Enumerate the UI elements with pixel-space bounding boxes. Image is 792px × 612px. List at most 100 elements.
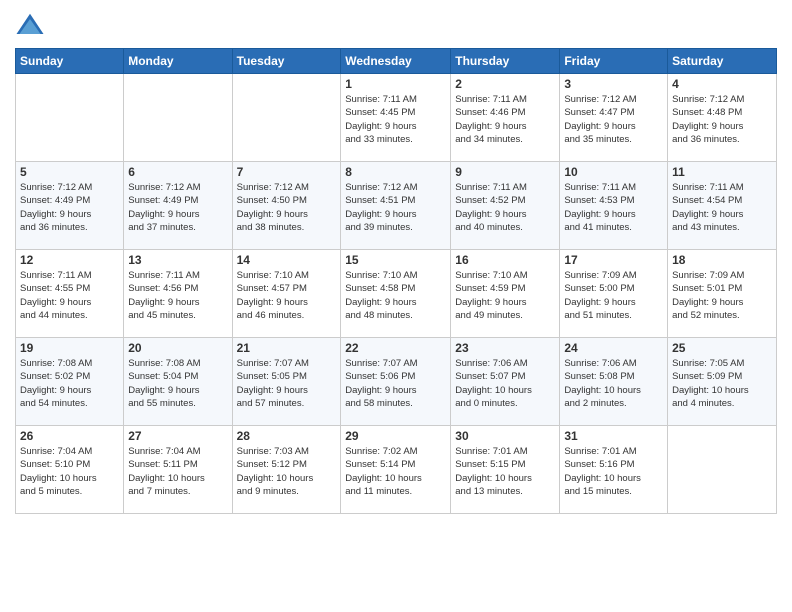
- day-number: 7: [237, 165, 337, 179]
- week-row-5: 26 Sunrise: 7:04 AM Sunset: 5:10 PM Dayli…: [16, 426, 777, 514]
- calendar-cell: 30 Sunrise: 7:01 AM Sunset: 5:15 PM Dayli…: [451, 426, 560, 514]
- day-info: Sunrise: 7:09 AM Sunset: 5:00 PM Dayligh…: [564, 269, 663, 322]
- calendar-cell: [668, 426, 777, 514]
- day-number: 22: [345, 341, 446, 355]
- day-info: Sunrise: 7:10 AM Sunset: 4:57 PM Dayligh…: [237, 269, 337, 322]
- day-info: Sunrise: 7:12 AM Sunset: 4:49 PM Dayligh…: [128, 181, 227, 234]
- calendar-cell: 19 Sunrise: 7:08 AM Sunset: 5:02 PM Dayli…: [16, 338, 124, 426]
- logo-icon: [15, 10, 45, 40]
- day-info: Sunrise: 7:12 AM Sunset: 4:51 PM Dayligh…: [345, 181, 446, 234]
- day-info: Sunrise: 7:10 AM Sunset: 4:59 PM Dayligh…: [455, 269, 555, 322]
- calendar-cell: 15 Sunrise: 7:10 AM Sunset: 4:58 PM Dayli…: [341, 250, 451, 338]
- day-info: Sunrise: 7:04 AM Sunset: 5:10 PM Dayligh…: [20, 445, 119, 498]
- calendar-cell: 28 Sunrise: 7:03 AM Sunset: 5:12 PM Dayli…: [232, 426, 341, 514]
- calendar-cell: 4 Sunrise: 7:12 AM Sunset: 4:48 PM Daylig…: [668, 74, 777, 162]
- calendar-cell: 25 Sunrise: 7:05 AM Sunset: 5:09 PM Dayli…: [668, 338, 777, 426]
- calendar-cell: 29Sunrise: 7:02 AM Sunset: 5:14 PM Dayli…: [341, 426, 451, 514]
- day-number: 4: [672, 77, 772, 91]
- calendar-cell: 22 Sunrise: 7:07 AM Sunset: 5:06 PM Dayli…: [341, 338, 451, 426]
- calendar-cell: 9 Sunrise: 7:11 AM Sunset: 4:52 PM Daylig…: [451, 162, 560, 250]
- day-number: 18: [672, 253, 772, 267]
- calendar-cell: 27 Sunrise: 7:04 AM Sunset: 5:11 PM Dayli…: [124, 426, 232, 514]
- day-number: 15: [345, 253, 446, 267]
- day-number: 31: [564, 429, 663, 443]
- weekday-header-friday: Friday: [560, 49, 668, 74]
- weekday-header-row: SundayMondayTuesdayWednesdayThursdayFrid…: [16, 49, 777, 74]
- weekday-header-thursday: Thursday: [451, 49, 560, 74]
- day-number: 10: [564, 165, 663, 179]
- calendar: SundayMondayTuesdayWednesdayThursdayFrid…: [15, 48, 777, 514]
- calendar-cell: 16Sunrise: 7:10 AM Sunset: 4:59 PM Dayli…: [451, 250, 560, 338]
- day-info: Sunrise: 7:09 AM Sunset: 5:01 PM Dayligh…: [672, 269, 772, 322]
- calendar-cell: [232, 74, 341, 162]
- calendar-cell: 20 Sunrise: 7:08 AM Sunset: 5:04 PM Dayli…: [124, 338, 232, 426]
- calendar-cell: 13 Sunrise: 7:11 AM Sunset: 4:56 PM Dayli…: [124, 250, 232, 338]
- day-number: 17: [564, 253, 663, 267]
- day-number: 12: [20, 253, 119, 267]
- calendar-cell: 11Sunrise: 7:11 AM Sunset: 4:54 PM Dayli…: [668, 162, 777, 250]
- day-number: 21: [237, 341, 337, 355]
- calendar-cell: 12 Sunrise: 7:11 AM Sunset: 4:55 PM Dayli…: [16, 250, 124, 338]
- page: SundayMondayTuesdayWednesdayThursdayFrid…: [0, 0, 792, 612]
- logo: [15, 10, 49, 40]
- day-number: 25: [672, 341, 772, 355]
- calendar-cell: 2 Sunrise: 7:11 AM Sunset: 4:46 PM Daylig…: [451, 74, 560, 162]
- day-number: 13: [128, 253, 227, 267]
- day-number: 20: [128, 341, 227, 355]
- day-info: Sunrise: 7:11 AM Sunset: 4:46 PM Dayligh…: [455, 93, 555, 146]
- weekday-header-wednesday: Wednesday: [341, 49, 451, 74]
- calendar-cell: 1Sunrise: 7:11 AM Sunset: 4:45 PM Daylig…: [341, 74, 451, 162]
- weekday-header-saturday: Saturday: [668, 49, 777, 74]
- day-number: 14: [237, 253, 337, 267]
- day-info: Sunrise: 7:11 AM Sunset: 4:56 PM Dayligh…: [128, 269, 227, 322]
- week-row-3: 12 Sunrise: 7:11 AM Sunset: 4:55 PM Dayli…: [16, 250, 777, 338]
- day-info: Sunrise: 7:10 AM Sunset: 4:58 PM Dayligh…: [345, 269, 446, 322]
- week-row-4: 19 Sunrise: 7:08 AM Sunset: 5:02 PM Dayli…: [16, 338, 777, 426]
- day-info: Sunrise: 7:08 AM Sunset: 5:02 PM Dayligh…: [20, 357, 119, 410]
- day-number: 26: [20, 429, 119, 443]
- day-info: Sunrise: 7:08 AM Sunset: 5:04 PM Dayligh…: [128, 357, 227, 410]
- day-info: Sunrise: 7:11 AM Sunset: 4:53 PM Dayligh…: [564, 181, 663, 234]
- weekday-header-sunday: Sunday: [16, 49, 124, 74]
- day-number: 3: [564, 77, 663, 91]
- day-info: Sunrise: 7:07 AM Sunset: 5:05 PM Dayligh…: [237, 357, 337, 410]
- calendar-cell: 24 Sunrise: 7:06 AM Sunset: 5:08 PM Dayli…: [560, 338, 668, 426]
- week-row-2: 5 Sunrise: 7:12 AM Sunset: 4:49 PM Daylig…: [16, 162, 777, 250]
- calendar-cell: 5 Sunrise: 7:12 AM Sunset: 4:49 PM Daylig…: [16, 162, 124, 250]
- calendar-cell: 10 Sunrise: 7:11 AM Sunset: 4:53 PM Dayli…: [560, 162, 668, 250]
- day-number: 9: [455, 165, 555, 179]
- day-number: 30: [455, 429, 555, 443]
- calendar-cell: 7Sunrise: 7:12 AM Sunset: 4:50 PM Daylig…: [232, 162, 341, 250]
- header: [15, 10, 777, 40]
- day-number: 2: [455, 77, 555, 91]
- calendar-cell: 17 Sunrise: 7:09 AM Sunset: 5:00 PM Dayli…: [560, 250, 668, 338]
- day-info: Sunrise: 7:12 AM Sunset: 4:49 PM Dayligh…: [20, 181, 119, 234]
- day-info: Sunrise: 7:06 AM Sunset: 5:08 PM Dayligh…: [564, 357, 663, 410]
- day-info: Sunrise: 7:03 AM Sunset: 5:12 PM Dayligh…: [237, 445, 337, 498]
- calendar-cell: [124, 74, 232, 162]
- calendar-cell: 18 Sunrise: 7:09 AM Sunset: 5:01 PM Dayli…: [668, 250, 777, 338]
- day-info: Sunrise: 7:07 AM Sunset: 5:06 PM Dayligh…: [345, 357, 446, 410]
- day-number: 5: [20, 165, 119, 179]
- day-number: 29: [345, 429, 446, 443]
- calendar-cell: 23 Sunrise: 7:06 AM Sunset: 5:07 PM Dayli…: [451, 338, 560, 426]
- week-row-1: 1Sunrise: 7:11 AM Sunset: 4:45 PM Daylig…: [16, 74, 777, 162]
- day-info: Sunrise: 7:05 AM Sunset: 5:09 PM Dayligh…: [672, 357, 772, 410]
- day-info: Sunrise: 7:11 AM Sunset: 4:52 PM Dayligh…: [455, 181, 555, 234]
- calendar-cell: 3Sunrise: 7:12 AM Sunset: 4:47 PM Daylig…: [560, 74, 668, 162]
- day-number: 24: [564, 341, 663, 355]
- day-info: Sunrise: 7:06 AM Sunset: 5:07 PM Dayligh…: [455, 357, 555, 410]
- weekday-header-monday: Monday: [124, 49, 232, 74]
- calendar-cell: 14 Sunrise: 7:10 AM Sunset: 4:57 PM Dayli…: [232, 250, 341, 338]
- day-number: 28: [237, 429, 337, 443]
- day-info: Sunrise: 7:11 AM Sunset: 4:55 PM Dayligh…: [20, 269, 119, 322]
- day-info: Sunrise: 7:01 AM Sunset: 5:15 PM Dayligh…: [455, 445, 555, 498]
- day-number: 6: [128, 165, 227, 179]
- weekday-header-tuesday: Tuesday: [232, 49, 341, 74]
- day-info: Sunrise: 7:04 AM Sunset: 5:11 PM Dayligh…: [128, 445, 227, 498]
- day-number: 23: [455, 341, 555, 355]
- day-number: 19: [20, 341, 119, 355]
- day-number: 27: [128, 429, 227, 443]
- day-info: Sunrise: 7:12 AM Sunset: 4:48 PM Dayligh…: [672, 93, 772, 146]
- calendar-cell: 31Sunrise: 7:01 AM Sunset: 5:16 PM Dayli…: [560, 426, 668, 514]
